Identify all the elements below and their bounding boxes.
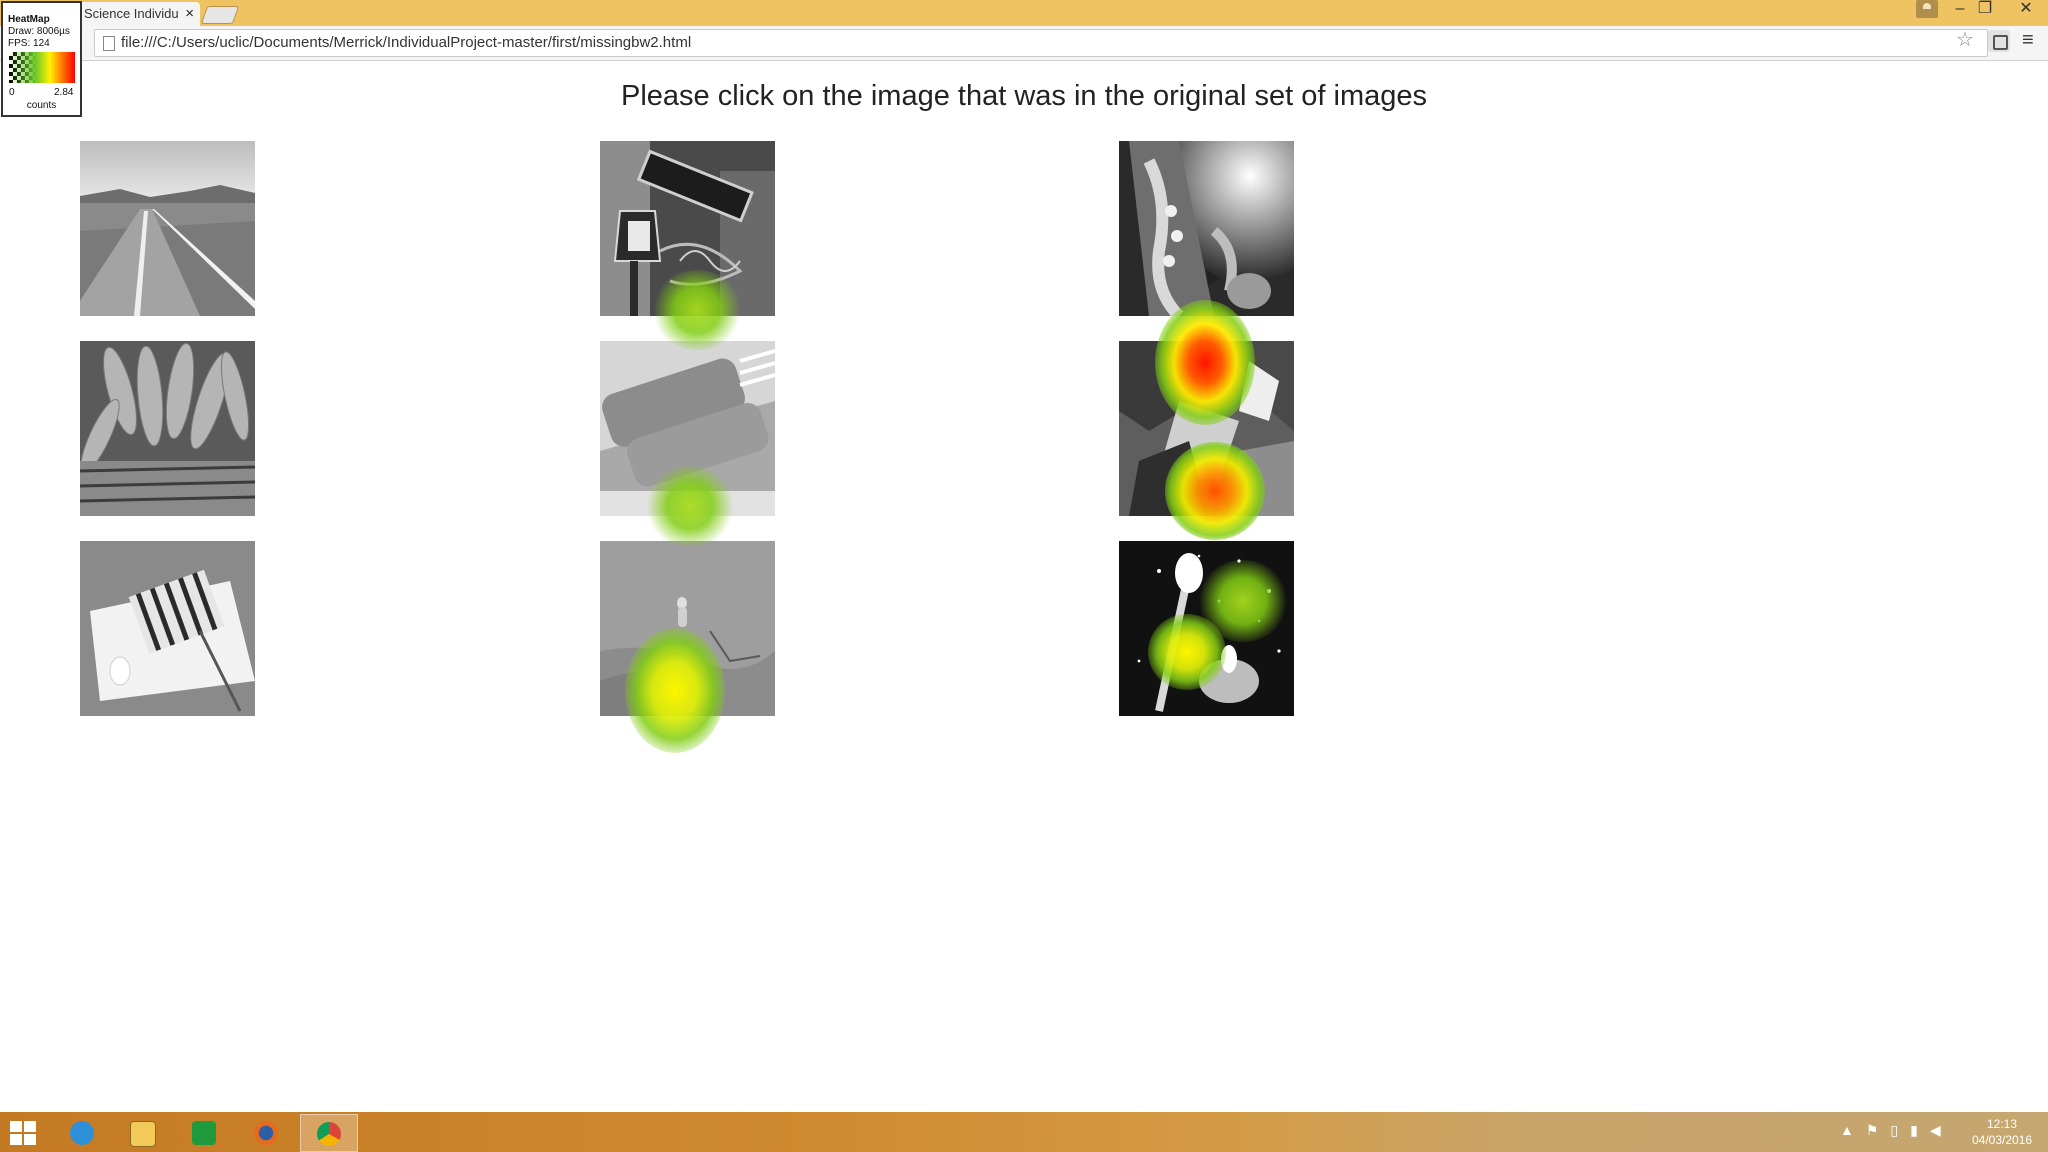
image-road[interactable] <box>80 141 255 316</box>
taskbar-clock[interactable]: 12:13 04/03/2016 <box>1960 1116 2044 1148</box>
bookmark-star-icon[interactable]: ☆ <box>1956 30 1974 50</box>
rocks-image <box>1119 341 1294 516</box>
carrots-basket-image <box>80 341 255 516</box>
image-meerkat[interactable] <box>600 541 775 716</box>
store-icon <box>192 1121 216 1145</box>
image-saxophone[interactable] <box>1119 141 1294 316</box>
image-toaster[interactable] <box>600 341 775 516</box>
restore-button[interactable]: ❐ <box>1972 0 1998 20</box>
windows-taskbar: ▲⚑▯▮◀ 12:13 04/03/2016 <box>0 1112 2048 1152</box>
heatmap-stats-widget: HeatMap Draw: 8006µs FPS: 124 0 2.84 cou… <box>1 1 82 117</box>
close-window-button[interactable]: ✕ <box>2008 0 2044 20</box>
address-bar[interactable]: file:///C:/Users/uclic/Documents/Merrick… <box>94 29 1988 57</box>
new-tab-button[interactable] <box>200 6 240 24</box>
system-tray[interactable]: ▲⚑▯▮◀ <box>1840 1122 1953 1139</box>
image-street-lamp-sign[interactable] <box>600 141 775 316</box>
image-rocks[interactable] <box>1119 341 1294 516</box>
toaster-image <box>600 341 775 516</box>
user-profile-icon[interactable] <box>1916 0 1938 18</box>
tab-close-icon[interactable]: × <box>185 2 194 26</box>
heatmap-fps: FPS: 124 <box>8 38 50 49</box>
heatmap-scale-max: 2.84 <box>54 87 74 98</box>
heatmap-scale-min: 0 <box>9 87 15 98</box>
heatmap-unit: counts <box>26 100 57 111</box>
url-text[interactable]: file:///C:/Users/uclic/Documents/Merrick… <box>121 30 691 56</box>
image-carrots-basket[interactable] <box>80 341 255 516</box>
image-candle-sparkles[interactable] <box>1119 541 1294 716</box>
taskbar-chrome[interactable] <box>300 1114 358 1152</box>
taskbar-file-explorer[interactable] <box>114 1114 170 1150</box>
browser-tab[interactable]: r Science Individu × <box>66 2 200 26</box>
browser-toolbar: file:///C:/Users/uclic/Documents/Merrick… <box>0 26 2048 61</box>
taskbar-internet-explorer[interactable] <box>54 1114 110 1150</box>
taskbar-store[interactable] <box>176 1114 232 1150</box>
start-windows-icon[interactable] <box>10 1121 36 1145</box>
minimize-button[interactable]: – <box>1948 0 1972 20</box>
folder-icon <box>130 1121 156 1147</box>
heatmap-draw-time: Draw: 8006µs <box>8 26 70 37</box>
tab-title: r Science Individu <box>76 6 179 21</box>
firefox-icon <box>254 1121 278 1145</box>
extension-icon[interactable] <box>1988 30 2010 52</box>
cake-slice-image <box>80 541 255 716</box>
internet-explorer-icon <box>70 1121 94 1145</box>
street-lamp-sign-image <box>600 141 775 316</box>
heatmap-title: HeatMap <box>8 14 50 25</box>
chrome-icon <box>317 1122 341 1146</box>
page-title: Please click on the image that was in th… <box>621 80 1427 112</box>
page-icon <box>103 36 115 51</box>
clock-time: 12:13 <box>1986 1117 2018 1131</box>
road-image <box>80 141 255 316</box>
clock-date: 04/03/2016 <box>1971 1133 2033 1147</box>
saxophone-image <box>1119 141 1294 316</box>
chrome-menu-icon[interactable]: ≡ <box>2022 30 2040 50</box>
browser-title-bar: r Science Individu × – ❐ ✕ <box>0 0 2048 26</box>
taskbar-firefox[interactable] <box>238 1114 294 1150</box>
heatmap-color-scale <box>9 52 75 83</box>
candle-sparkles-image <box>1119 541 1294 716</box>
meerkat-image <box>600 541 775 716</box>
image-cake-slice[interactable] <box>80 541 255 716</box>
